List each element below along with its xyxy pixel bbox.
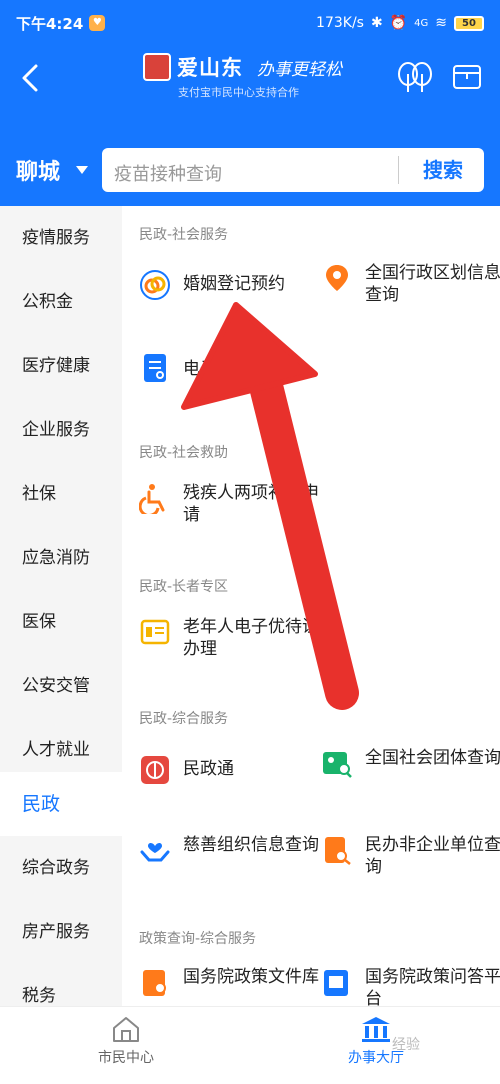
sidebar-item-general-affairs[interactable]: 综合政务 bbox=[0, 836, 122, 900]
sidebar-item-enterprise[interactable]: 企业服务 bbox=[0, 398, 122, 462]
policy-doc-icon bbox=[143, 970, 166, 996]
tab-label: 市民中心 bbox=[98, 1050, 154, 1066]
network-type: 4G bbox=[414, 17, 429, 29]
status-bar: 下午4:24 ♥ 173K/s ✱ ⏰ 4G ≋ 50 bbox=[0, 0, 500, 46]
home-icon bbox=[113, 1017, 139, 1042]
service-marriage-registration[interactable]: 婚姻登记预约 bbox=[139, 269, 319, 329]
service-label: 电子结 bbox=[183, 359, 234, 379]
brand-logo: 爱山东 办事更轻松 bbox=[143, 52, 342, 82]
service-disability-subsidy[interactable]: 残疾人两项补贴申请 bbox=[139, 482, 319, 542]
seal-logo-icon bbox=[143, 53, 171, 81]
bottom-tab-bar: 市民中心 办事大厅 bbox=[0, 1006, 500, 1084]
search-button[interactable]: 搜索 bbox=[402, 148, 484, 192]
charity-hands-icon bbox=[140, 843, 170, 862]
service-list: 民政-社会服务 婚姻登记预约 全国行政区划信息查询 电子结 民政-社会救助 残疾… bbox=[122, 206, 500, 1006]
marriage-icon bbox=[140, 270, 170, 300]
tab-label: 办事大厅 bbox=[348, 1050, 404, 1066]
sidebar-item-social-security[interactable]: 社保 bbox=[0, 462, 122, 526]
app-header: 爱山东 办事更轻松 支付宝市民中心支持合作 bbox=[0, 46, 500, 110]
service-civil-affairs-app[interactable]: 民政通 bbox=[139, 754, 319, 814]
service-label: 老年人电子优待证办理 bbox=[183, 617, 319, 659]
sidebar-item-real-estate[interactable]: 房产服务 bbox=[0, 900, 122, 964]
search-box[interactable]: 疫苗接种查询 搜索 bbox=[102, 148, 484, 192]
policy-qa-icon bbox=[324, 970, 348, 996]
status-time: 下午4:24 bbox=[16, 14, 84, 33]
service-label: 国务院政策问答平台 bbox=[365, 967, 500, 1006]
service-electronic-cert[interactable]: 电子结 bbox=[139, 352, 319, 412]
brand-title: 爱山东 bbox=[177, 56, 243, 80]
service-label: 全国社会团体查询 bbox=[365, 748, 500, 768]
service-label: 国务院政策文件库 bbox=[183, 967, 319, 987]
service-label: 慈善组织信息查询 bbox=[183, 835, 319, 855]
wifi-icon: ≋ bbox=[435, 15, 447, 31]
chevron-down-icon[interactable] bbox=[76, 166, 88, 174]
tab-service-hall[interactable]: 办事大厅 bbox=[296, 1007, 456, 1084]
sidebar-item-medical-insurance[interactable]: 医保 bbox=[0, 590, 122, 654]
service-label: 民政通 bbox=[183, 759, 234, 779]
civil-affairs-icon bbox=[141, 756, 169, 784]
bluetooth-icon: ✱ bbox=[370, 15, 383, 31]
service-policy-library[interactable]: 国务院政策文件库 bbox=[139, 966, 319, 1006]
document-icon bbox=[144, 354, 166, 382]
id-card-icon bbox=[140, 619, 170, 645]
sidebar-item-housing-fund[interactable]: 公积金 bbox=[0, 270, 122, 334]
brand-subtitle: 支付宝市民中心支持合作 bbox=[178, 86, 299, 99]
service-label: 民办非企业单位查询 bbox=[365, 835, 500, 877]
sidebar-item-emergency[interactable]: 应急消防 bbox=[0, 526, 122, 590]
service-label: 婚姻登记预约 bbox=[183, 274, 285, 294]
sidebar-item-civil-affairs[interactable]: 民政 bbox=[0, 772, 122, 836]
sidebar-item-traffic[interactable]: 公安交管 bbox=[0, 654, 122, 718]
service-label: 残疾人两项补贴申请 bbox=[183, 483, 319, 525]
government-building-icon bbox=[362, 1017, 390, 1042]
service-private-nonenterprise-query[interactable]: 民办非企业单位查询 bbox=[321, 834, 500, 894]
back-arrow-icon[interactable] bbox=[14, 60, 44, 96]
group-search-icon bbox=[323, 752, 352, 778]
map-pin-icon bbox=[326, 265, 348, 291]
city-selector[interactable]: 聊城 bbox=[16, 154, 60, 186]
service-label: 全国行政区划信息查询 bbox=[365, 263, 500, 305]
search-input[interactable]: 疫苗接种查询 bbox=[114, 160, 222, 186]
status-indicators: 173K/s ✱ ⏰ 4G ≋ 50 bbox=[316, 15, 484, 31]
search-row: 聊城 疫苗接种查询 搜索 bbox=[0, 110, 500, 206]
alarm-icon: ⏰ bbox=[389, 15, 408, 31]
wheelchair-icon bbox=[139, 484, 165, 514]
network-speed: 173K/s bbox=[316, 15, 364, 31]
tree-icon[interactable] bbox=[396, 60, 434, 94]
section-title: 民政-社会救助 bbox=[139, 445, 229, 461]
tab-citizen-center[interactable]: 市民中心 bbox=[46, 1007, 206, 1084]
service-policy-qa[interactable]: 国务院政策问答平台 bbox=[321, 966, 500, 1006]
search-divider bbox=[398, 156, 399, 184]
service-charity-query[interactable]: 慈善组织信息查询 bbox=[139, 834, 319, 894]
doc-search-icon bbox=[325, 837, 351, 865]
category-sidebar: 疫情服务 公积金 医疗健康 企业服务 社保 应急消防 医保 公安交管 人才就业 … bbox=[0, 206, 122, 1006]
wallet-icon[interactable] bbox=[452, 64, 482, 90]
section-title: 政策查询-综合服务 bbox=[139, 931, 257, 947]
section-title: 民政-社会服务 bbox=[139, 227, 229, 243]
service-elderly-card[interactable]: 老年人电子优待证办理 bbox=[139, 616, 319, 676]
watermark-text: 经验 bbox=[392, 1037, 420, 1053]
sidebar-item-medical[interactable]: 医疗健康 bbox=[0, 334, 122, 398]
brand-slogan: 办事更轻松 bbox=[257, 59, 342, 80]
notification-heart-icon: ♥ bbox=[89, 15, 106, 31]
battery-icon: 50 bbox=[454, 15, 484, 31]
section-title: 民政-长者专区 bbox=[139, 579, 229, 595]
sidebar-item-epidemic[interactable]: 疫情服务 bbox=[0, 206, 122, 270]
section-title: 民政-综合服务 bbox=[139, 711, 229, 727]
service-social-group-query[interactable]: 全国社会团体查询 bbox=[321, 747, 500, 807]
service-admin-division[interactable]: 全国行政区划信息查询 bbox=[321, 262, 500, 322]
